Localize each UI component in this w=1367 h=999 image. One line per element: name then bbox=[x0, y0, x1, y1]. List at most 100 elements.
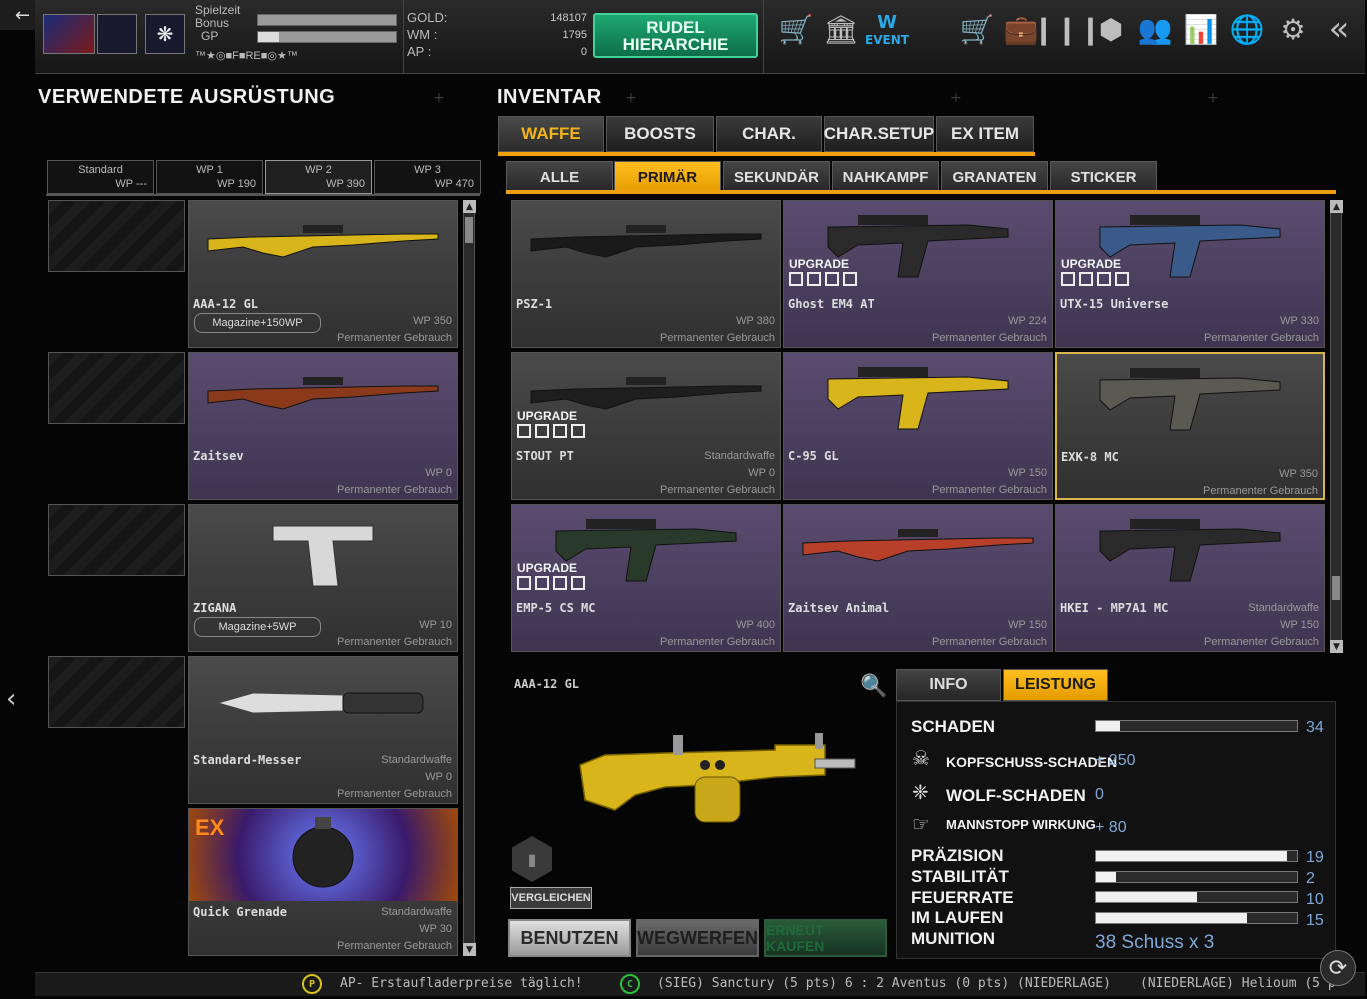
preset-wp: WP 390 bbox=[326, 178, 365, 190]
weapon-image bbox=[189, 201, 457, 293]
globe-icon[interactable]: 🌐 bbox=[1227, 10, 1267, 48]
item-duration: Permanenter Gebrauch bbox=[1204, 636, 1319, 648]
preset-tab[interactable]: WP 1 WP 190 bbox=[156, 160, 263, 194]
upgrade-slot bbox=[825, 272, 839, 286]
equipment-scrollbar[interactable] bbox=[463, 200, 475, 956]
item-card[interactable]: Zaitsev WP 0 Permanenter Gebrauch bbox=[188, 352, 458, 500]
item-duration: Permanenter Gebrauch bbox=[337, 940, 452, 952]
item-wp: WP 150 bbox=[1008, 619, 1047, 631]
item-card[interactable]: EXK-8 MC WP 350 Permanenter Gebrauch bbox=[1055, 352, 1325, 500]
ex-badge: EX bbox=[195, 815, 225, 840]
scroll-up-icon[interactable]: ▲ bbox=[463, 200, 476, 213]
item-name: EMP-5 CS MC bbox=[516, 601, 596, 615]
event-button[interactable]: W EVENT bbox=[865, 10, 909, 48]
item-card[interactable]: PSZ-1 WP 380 Permanenter Gebrauch bbox=[511, 200, 781, 348]
item-card[interactable]: UPGRADE UTX-15 Universe WP 330 Permanenter … bbox=[1055, 200, 1325, 348]
rudel-hierarchie-button[interactable]: RUDEL HIERARCHIE bbox=[593, 13, 758, 58]
empty-slot[interactable] bbox=[48, 504, 185, 576]
upgrade-slot bbox=[843, 272, 857, 286]
currency-value: 1795 bbox=[562, 29, 587, 41]
compare-button[interactable]: VERGLEICHEN bbox=[510, 887, 592, 909]
upgrade-slot bbox=[1079, 272, 1093, 286]
magazine-button[interactable]: Magazine+150WP bbox=[194, 313, 321, 333]
item-wp: WP 0 bbox=[748, 467, 775, 479]
empty-slot[interactable] bbox=[48, 352, 185, 424]
item-card[interactable]: HKEI - MP7A1 MC Standardwaffe WP 150 Perman… bbox=[1055, 504, 1325, 652]
basket-icon[interactable]: 🛒 bbox=[775, 10, 817, 48]
tab-char[interactable]: CHAR. bbox=[716, 116, 822, 152]
empty-slot[interactable] bbox=[48, 656, 185, 728]
item-name: PSZ-1 bbox=[516, 297, 553, 311]
preset-tab[interactable]: WP 2 WP 390 bbox=[265, 160, 372, 194]
wolf-schaden-label: WOLF-SCHADEN bbox=[946, 786, 1086, 805]
event-icon: W bbox=[877, 11, 897, 33]
news-ticker: P AP- Erstaufladerpreise täglich! C (SIE… bbox=[35, 972, 1365, 996]
item-card[interactable]: C-95 GL WP 150 Permanenter Gebrauch bbox=[783, 352, 1053, 500]
magazine-button[interactable]: Magazine+5WP bbox=[194, 617, 321, 637]
item-name: Zaitsev bbox=[193, 449, 244, 463]
erneut-kaufen-button[interactable]: ERNEUT KAUFEN bbox=[764, 919, 887, 957]
item-wp: WP 350 bbox=[413, 315, 452, 327]
feuerrate-bar bbox=[1095, 891, 1298, 903]
scroll-down-icon[interactable]: ▼ bbox=[1330, 640, 1343, 653]
refresh-icon[interactable]: ⟳ bbox=[1320, 950, 1356, 986]
item-name: STOUT PT bbox=[516, 449, 574, 463]
item-duration: Permanenter Gebrauch bbox=[932, 332, 1047, 344]
item-card[interactable]: UPGRADE EMP-5 CS MC WP 400 Permanenter Gebr… bbox=[511, 504, 781, 652]
wegwerfen-button[interactable]: WEGWERFEN bbox=[636, 919, 759, 957]
item-card[interactable]: EX Quick Grenade Standardwaffe WP 30 Permane… bbox=[188, 808, 458, 956]
ap-icon: P bbox=[302, 974, 322, 994]
item-card[interactable]: Zaitsev Animal WP 150 Permanenter Gebrauch bbox=[783, 504, 1053, 652]
gear-icon[interactable]: ⚙ bbox=[1273, 10, 1313, 48]
sub-tab-strip bbox=[506, 190, 1336, 194]
scroll-up-icon[interactable]: ▲ bbox=[1330, 200, 1343, 213]
item-card[interactable]: AAA-12 GL Magazine+150WP WP 350 Permanenter… bbox=[188, 200, 458, 348]
item-duration: Permanenter Gebrauch bbox=[660, 636, 775, 648]
friends-icon[interactable]: 👥 bbox=[1135, 10, 1175, 48]
collapse-icon[interactable]: « bbox=[1319, 9, 1359, 49]
feuerrate-value: 10 bbox=[1306, 891, 1324, 908]
bank-icon[interactable]: 🏛 bbox=[821, 10, 861, 48]
compare-hex-icon[interactable]: ▮ bbox=[512, 836, 552, 882]
item-wp: WP 0 bbox=[425, 467, 452, 479]
top-bar: ❋ Spielzeit Bonus GP ™★◎■F■RE■◎★™ GOLD: 1… bbox=[35, 0, 1365, 74]
tab-charsetup[interactable]: CHAR.SETUP bbox=[824, 116, 934, 152]
rank-emblem-icon[interactable]: ❋ bbox=[145, 14, 185, 54]
currency-value: 0 bbox=[580, 46, 587, 58]
schaden-value: 34 bbox=[1306, 719, 1324, 736]
currency-label: GOLD: bbox=[407, 10, 448, 25]
detail-tab-leistung[interactable]: LEISTUNG bbox=[1003, 669, 1108, 701]
bullets-icon[interactable]: ❙❙❙ bbox=[1032, 10, 1102, 48]
scroll-down-icon[interactable]: ▼ bbox=[463, 943, 476, 956]
weapon-image bbox=[1057, 354, 1323, 446]
mannstopp-value: + 80 bbox=[1095, 819, 1127, 836]
detail-tab-info[interactable]: INFO bbox=[896, 669, 1001, 701]
cart-icon[interactable]: 🛒 bbox=[957, 10, 997, 48]
zoom-icon[interactable]: 🔍 bbox=[860, 674, 887, 699]
item-duration: Permanenter Gebrauch bbox=[337, 332, 452, 344]
item-card[interactable]: UPGRADE Ghost EM4 AT WP 224 Permanenter Geb… bbox=[783, 200, 1053, 348]
box-icon[interactable]: ⬢ bbox=[1091, 10, 1131, 48]
bonus-bar bbox=[257, 14, 397, 26]
item-duration: Permanenter Gebrauch bbox=[337, 484, 452, 496]
event-label: EVENT bbox=[865, 32, 909, 47]
upgrade-badge: UPGRADE bbox=[517, 409, 585, 438]
preset-name: WP 3 bbox=[414, 164, 441, 176]
benutzen-button[interactable]: BENUTZEN bbox=[508, 919, 631, 957]
preset-tab[interactable]: Standard WP --- bbox=[47, 160, 154, 194]
item-card[interactable]: ZIGANA Magazine+5WP WP 10 Permanenter Gebra… bbox=[188, 504, 458, 652]
clan-emblem[interactable] bbox=[97, 14, 137, 54]
tab-waffe[interactable]: WAFFE bbox=[498, 116, 604, 152]
item-card[interactable]: UPGRADE STOUT PT Standardwaffe WP 0 Permanen… bbox=[511, 352, 781, 500]
wolf-schaden-value: 0 bbox=[1095, 786, 1104, 803]
tab-exitem[interactable]: EX ITEM bbox=[936, 116, 1034, 152]
headshot-icon: ☠ bbox=[912, 746, 930, 770]
chevron-left-icon[interactable]: ‹ bbox=[6, 684, 16, 714]
item-card[interactable]: Standard-Messer Standardwaffe WP 0 Permanen… bbox=[188, 656, 458, 804]
empty-slot[interactable] bbox=[48, 200, 185, 272]
stats-icon[interactable]: 📊 bbox=[1181, 10, 1221, 48]
preset-tab[interactable]: WP 3 WP 470 bbox=[374, 160, 481, 194]
tab-boosts[interactable]: BOOSTS bbox=[606, 116, 714, 152]
inventory-scrollbar[interactable] bbox=[1330, 200, 1342, 652]
upgrade-slot bbox=[553, 576, 567, 590]
